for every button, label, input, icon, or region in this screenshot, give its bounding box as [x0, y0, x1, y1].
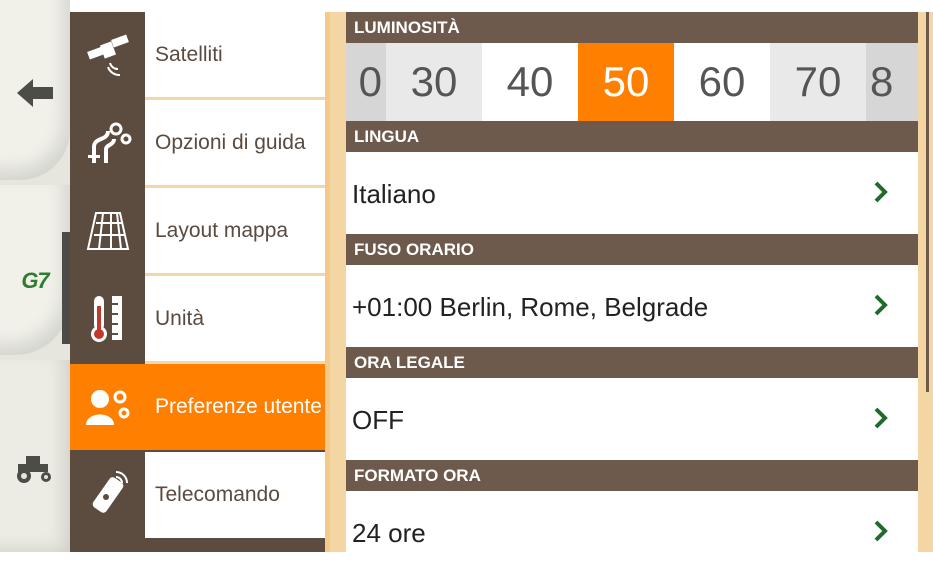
brightness-option[interactable]: 0 [346, 43, 386, 121]
menu-item-label: Layout mappa [145, 188, 325, 274]
timezone-header: FUSO ORARIO [346, 234, 918, 265]
brightness-selector[interactable]: 0 30 40 50 60 70 8 [346, 43, 918, 121]
units-thermometer-icon [70, 276, 145, 362]
brightness-option-selected[interactable]: 50 [578, 43, 674, 121]
brightness-option[interactable]: 8 [866, 43, 918, 121]
menu-item-label: Opzioni di guida [145, 100, 325, 186]
menu-item-opzioni-guida[interactable]: Opzioni di guida [70, 100, 330, 188]
chevron-right-icon [874, 378, 888, 462]
menu-item-telecomando[interactable]: Telecomando [70, 452, 330, 538]
left-rail: G7 [0, 0, 70, 552]
chevron-right-icon [874, 152, 888, 236]
chevron-right-icon [874, 265, 888, 349]
timezone-row[interactable]: +01:00 Berlin, Rome, Belgrade [346, 265, 918, 349]
brightness-option[interactable]: 70 [770, 43, 866, 121]
menu-item-layout-mappa[interactable]: Layout mappa [70, 188, 330, 276]
chevron-right-icon [874, 491, 888, 575]
language-row[interactable]: Italiano [346, 152, 918, 236]
settings-panel: LUMINOSITÀ 0 30 40 50 60 70 8 LINGUA Ita… [330, 12, 920, 552]
menu-item-label: Satelliti [145, 12, 325, 98]
time-format-header: FORMATO ORA [346, 460, 918, 491]
guidance-options-icon [70, 100, 145, 186]
brightness-option[interactable]: 60 [674, 43, 770, 121]
map-layout-icon [70, 188, 145, 274]
time-format-value: 24 ore [352, 518, 426, 548]
brightness-option[interactable]: 40 [482, 43, 578, 121]
dst-row[interactable]: OFF [346, 378, 918, 462]
brightness-option[interactable]: 30 [386, 43, 482, 121]
menu-item-label: Unità [145, 276, 325, 362]
satellite-icon [70, 12, 145, 98]
user-preferences-icon [70, 364, 145, 450]
menu-item-satelliti[interactable]: Satelliti [70, 12, 330, 100]
language-header: LINGUA [346, 121, 918, 152]
timezone-value: +01:00 Berlin, Rome, Belgrade [352, 292, 709, 322]
remote-control-icon [70, 452, 145, 538]
menu-item-preferenze-utente[interactable]: Preferenze utente [70, 364, 342, 450]
back-arrow-icon[interactable] [0, 76, 70, 115]
dst-value: OFF [352, 405, 404, 435]
scrollbar-thumb[interactable] [926, 12, 929, 392]
time-format-row[interactable]: 24 ore [346, 491, 918, 575]
settings-content: LUMINOSITÀ 0 30 40 50 60 70 8 LINGUA Ita… [346, 12, 918, 552]
menu-item-label: Preferenze utente [145, 364, 325, 450]
language-value: Italiano [352, 179, 436, 209]
menu-item-label: Telecomando [145, 452, 325, 538]
menu-item-unita[interactable]: Unità [70, 276, 330, 364]
settings-menu: Satelliti Opzioni di guida Layout mappa … [70, 12, 342, 552]
brightness-header: LUMINOSITÀ [346, 12, 918, 43]
dst-header: ORA LEGALE [346, 347, 918, 378]
g7-logo-icon[interactable]: G7 [0, 268, 70, 294]
scrollbar[interactable] [920, 12, 933, 552]
tractor-icon[interactable] [0, 452, 70, 489]
